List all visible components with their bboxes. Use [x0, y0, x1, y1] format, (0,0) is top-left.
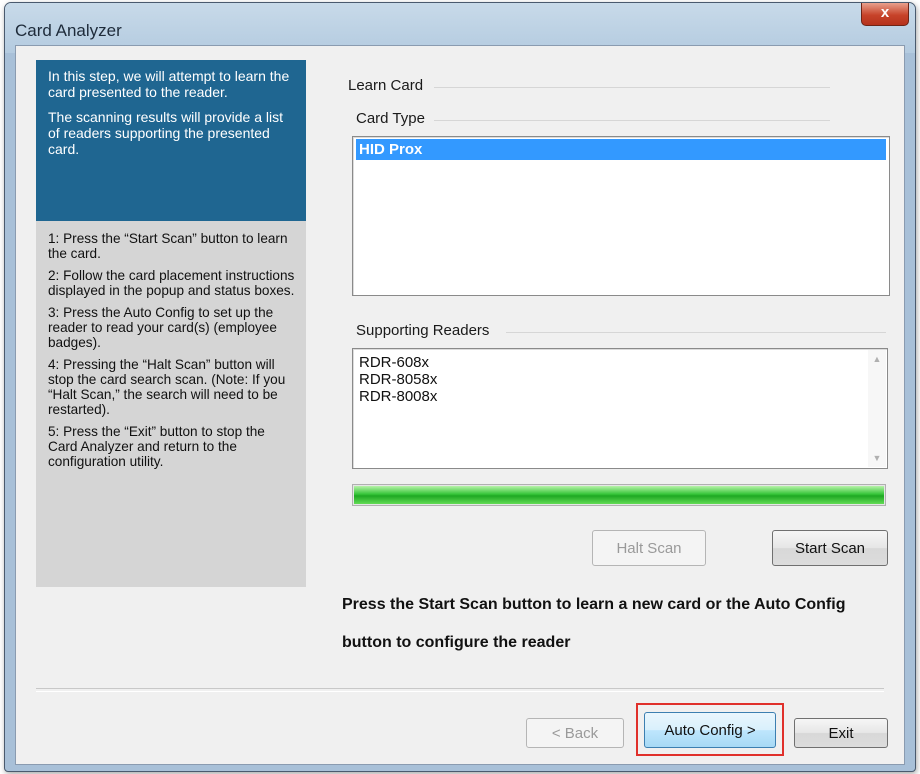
intro-text: The scanning results will provide a list…	[48, 109, 283, 157]
intro-text: In this step, we will attempt to learn t…	[48, 68, 290, 100]
supporting-readers-group-line	[506, 332, 886, 333]
instructions-panel: In this step, we will attempt to learn t…	[36, 60, 306, 587]
card-analyzer-window: Card Analyzer x In this step, we will at…	[4, 2, 916, 772]
start-scan-button[interactable]: Start Scan	[772, 530, 888, 566]
reader-item[interactable]: RDR-608x	[353, 354, 887, 371]
footer-separator	[36, 688, 884, 692]
reader-item[interactable]: RDR-8008x	[353, 388, 887, 405]
step-item: 2: Follow the card placement instruction…	[48, 268, 295, 298]
step-item: 4: Pressing the “Halt Scan” button will …	[48, 357, 286, 417]
close-button[interactable]: x	[861, 3, 909, 26]
intro-box: In this step, we will attempt to learn t…	[36, 60, 306, 221]
scroll-up-arrow-icon[interactable]: ▲	[868, 354, 886, 364]
reader-item[interactable]: RDR-8058x	[353, 371, 887, 388]
scroll-down-arrow-icon[interactable]: ▼	[868, 453, 886, 463]
step-item: 1: Press the “Start Scan” button to lear…	[48, 231, 288, 261]
card-type-label: Card Type	[356, 110, 425, 127]
window-title: Card Analyzer	[15, 21, 122, 40]
status-message: Press the Start Scan button to learn a n…	[342, 596, 846, 651]
auto-config-highlight-box	[636, 703, 784, 756]
card-type-item[interactable]: HID Prox	[356, 139, 886, 160]
card-type-listbox[interactable]: HID Prox	[352, 136, 890, 296]
step-item: 3: Press the Auto Config to set up the r…	[48, 305, 277, 350]
supporting-readers-label: Supporting Readers	[356, 322, 490, 339]
supporting-readers-listbox[interactable]: RDR-608x RDR-8058x RDR-8008x ▲ ▼	[352, 348, 888, 469]
progress-fill	[354, 486, 884, 504]
exit-button[interactable]: Exit	[794, 718, 888, 748]
dialog-client-area: In this step, we will attempt to learn t…	[15, 45, 905, 765]
scan-progress-bar	[352, 484, 886, 506]
readers-scrollbar[interactable]: ▲ ▼	[868, 350, 886, 467]
steps-list: 1: Press the “Start Scan” button to lear…	[36, 221, 306, 469]
card-type-group-line	[434, 120, 830, 121]
learn-card-group-label: Learn Card	[348, 77, 424, 94]
halt-scan-button[interactable]: Halt Scan	[592, 530, 706, 566]
learn-card-group-line	[434, 87, 830, 88]
back-button[interactable]: < Back	[526, 718, 624, 748]
step-item: 5: Press the “Exit” button to stop the C…	[48, 424, 265, 469]
